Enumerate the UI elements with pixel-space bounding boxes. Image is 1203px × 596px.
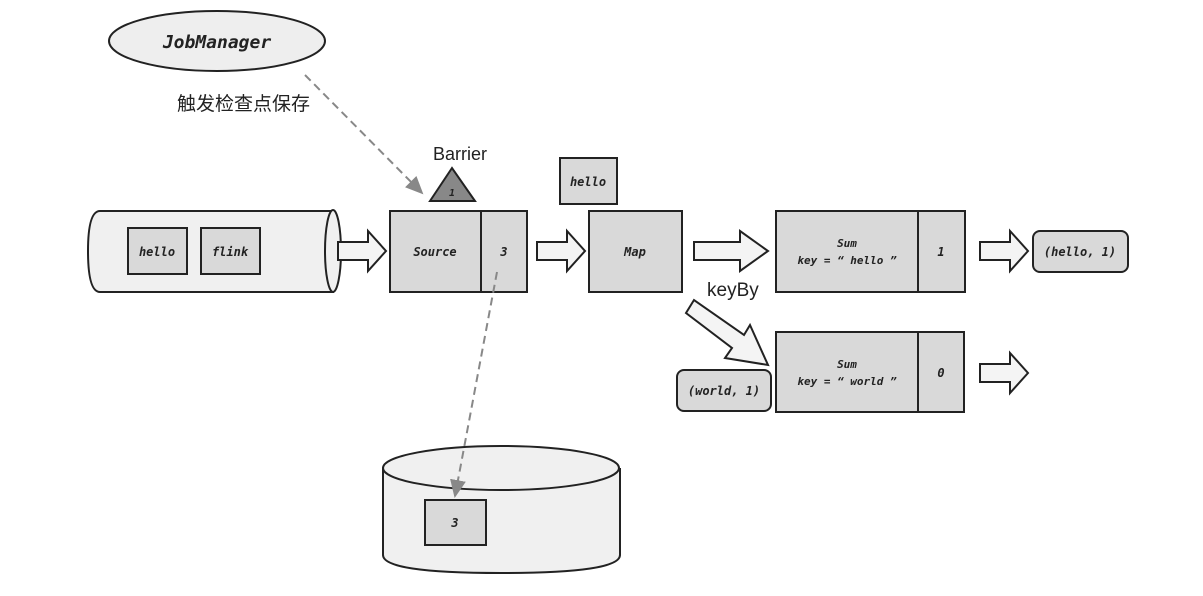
source-label: Source bbox=[413, 245, 456, 259]
sum-hello-state-value: 1 bbox=[937, 245, 944, 259]
arrow-source-to-map bbox=[536, 230, 586, 272]
output-hello-label: (hello, 1) bbox=[1044, 245, 1116, 259]
sum-world-operator: Sum key = “ world ” 0 bbox=[775, 331, 965, 413]
sum-world-title: Sum bbox=[837, 358, 857, 371]
sum-world-state-value: 0 bbox=[937, 366, 944, 380]
trigger-dashed-arrow bbox=[304, 74, 424, 195]
keyby-label: keyBy bbox=[707, 280, 759, 301]
queue-item-hello-label: hello bbox=[139, 245, 175, 259]
arrow-sum-world-output bbox=[979, 352, 1029, 394]
source-state-value: 3 bbox=[499, 245, 507, 259]
job-manager-label: JobManager bbox=[162, 32, 272, 53]
in-flight-record-label: hello bbox=[570, 175, 606, 189]
map-label: Map bbox=[623, 245, 646, 259]
arrow-map-to-sum-hello bbox=[693, 229, 770, 273]
arrow-sum-hello-output bbox=[979, 230, 1029, 272]
barrier-label: Barrier bbox=[433, 144, 487, 164]
queue-item-flink-label: flink bbox=[212, 245, 249, 259]
sum-world-key: key = “ world ” bbox=[797, 375, 897, 388]
arrow-queue-to-source bbox=[337, 230, 387, 272]
trigger-checkpoint-label: 触发检查点保存 bbox=[177, 93, 310, 115]
input-world-label: (world, 1) bbox=[688, 384, 760, 398]
arrow-map-to-sum-world bbox=[684, 298, 770, 367]
barrier-value: 1 bbox=[449, 188, 455, 199]
sum-hello-operator: Sum key = “ hello ” 1 bbox=[775, 210, 966, 293]
job-manager-node: JobManager bbox=[108, 10, 326, 72]
sum-hello-key: key = “ hello ” bbox=[797, 254, 897, 267]
checkpoint-diagram: JobManager 触发检查点保存 Barrier 1 hello flink… bbox=[86, 10, 1129, 575]
sum-hello-title: Sum bbox=[837, 237, 857, 250]
stored-state-value: 3 bbox=[450, 516, 458, 530]
source-queue-cylinder: hello flink bbox=[86, 209, 342, 293]
source-operator: Source 3 bbox=[389, 210, 528, 293]
state-storage-cylinder: 3 bbox=[382, 445, 621, 575]
